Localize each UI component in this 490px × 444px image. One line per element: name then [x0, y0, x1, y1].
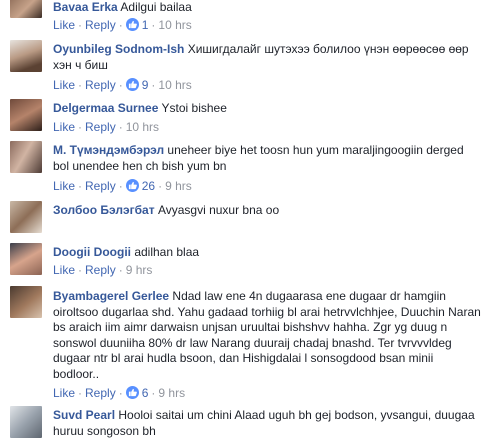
comment-actions: Like · Reply · 6 · 9 hrs [53, 386, 186, 400]
comment-actions: Like · Reply · 26 · 9 hrs [53, 179, 192, 193]
avatar[interactable] [10, 243, 42, 275]
timestamp[interactable]: 9 hrs [158, 386, 185, 400]
reply-button[interactable]: Reply [85, 120, 116, 134]
avatar[interactable] [10, 286, 42, 318]
timestamp[interactable]: 10 hrs [126, 120, 159, 134]
like-button[interactable]: Like [53, 18, 75, 32]
comment-author[interactable]: Oyunbileg Sodnom-Ish [53, 42, 184, 56]
comment-body: Doogii Doogii adilhan blaa [53, 245, 482, 261]
reply-button[interactable]: Reply [85, 78, 116, 92]
timestamp[interactable]: 10 hrs [158, 18, 191, 32]
like-button[interactable]: Like [53, 179, 75, 193]
like-thumb-icon[interactable] [125, 18, 139, 31]
reply-button[interactable]: Reply [85, 179, 116, 193]
reply-button[interactable]: Reply [85, 18, 116, 32]
comment-body: Oyunbileg Sodnom-Ish Хишигдалайг шутэхээ… [53, 42, 482, 73]
avatar[interactable] [10, 201, 42, 233]
comment-author[interactable]: Золбоо Бэлэгбат [53, 203, 155, 217]
like-button[interactable]: Like [53, 78, 75, 92]
comment-text: Ystoi bishee [161, 101, 227, 115]
reply-button[interactable]: Reply [85, 263, 116, 277]
comment-body: М. Түмэндэмбэрэл uneheer biye het toosn … [53, 143, 482, 174]
comment-author[interactable]: Bavaa Erka [53, 0, 118, 14]
comment-author[interactable]: М. Түмэндэмбэрэл [53, 143, 164, 157]
timestamp[interactable]: 10 hrs [158, 78, 191, 92]
comment-body: Suvd Pearl Hooloi saitai um chini Alaad … [53, 408, 482, 439]
comment-actions: Like · Reply · 1 · 10 hrs [53, 18, 192, 32]
avatar[interactable] [10, 99, 42, 131]
comment-actions: Like · Reply · 10 hrs [53, 120, 160, 134]
timestamp[interactable]: 9 hrs [126, 263, 153, 277]
comment-actions: Like · Reply · 9 hrs [53, 263, 153, 277]
comment-author[interactable]: Suvd Pearl [53, 408, 115, 422]
comment-text: adilhan blaa [134, 245, 200, 259]
like-thumb-icon[interactable] [125, 78, 139, 91]
comment-author[interactable]: Doogii Doogii [53, 245, 131, 259]
comment-body: Bavaa Erka Adilgui bailaa [53, 0, 482, 16]
like-thumb-icon[interactable] [125, 386, 139, 399]
like-button[interactable]: Like [53, 120, 75, 134]
comment-author[interactable]: Delgermaa Surnee [53, 101, 158, 115]
comment-author[interactable]: Byambagerel Gerlee [53, 289, 169, 303]
like-thumb-icon[interactable] [125, 179, 139, 192]
comment-actions: Like · Reply · 9 · 10 hrs [53, 78, 192, 92]
avatar[interactable] [10, 406, 42, 438]
comment-body: Byambagerel Gerlee Ndad law ene 4n dugaa… [53, 289, 482, 382]
timestamp[interactable]: 9 hrs [165, 179, 192, 193]
reply-button[interactable]: Reply [85, 386, 116, 400]
avatar[interactable] [10, 40, 42, 72]
comment-text: Avyasgvi nuxur bna oo [157, 203, 280, 217]
like-button[interactable]: Like [53, 263, 75, 277]
comment-body: Золбоо Бэлэгбат Avyasgvi nuxur bna oo [53, 203, 482, 219]
comment-text: Hooloi saitai um chini Alaad uguh bh gej… [53, 408, 475, 438]
avatar[interactable] [10, 0, 42, 18]
comment-body: Delgermaa Surnee Ystoi bishee [53, 101, 482, 117]
like-button[interactable]: Like [53, 386, 75, 400]
avatar[interactable] [10, 141, 42, 173]
reaction-count[interactable]: 26 [142, 179, 155, 193]
comment-text: Adilgui bailaa [120, 0, 192, 14]
